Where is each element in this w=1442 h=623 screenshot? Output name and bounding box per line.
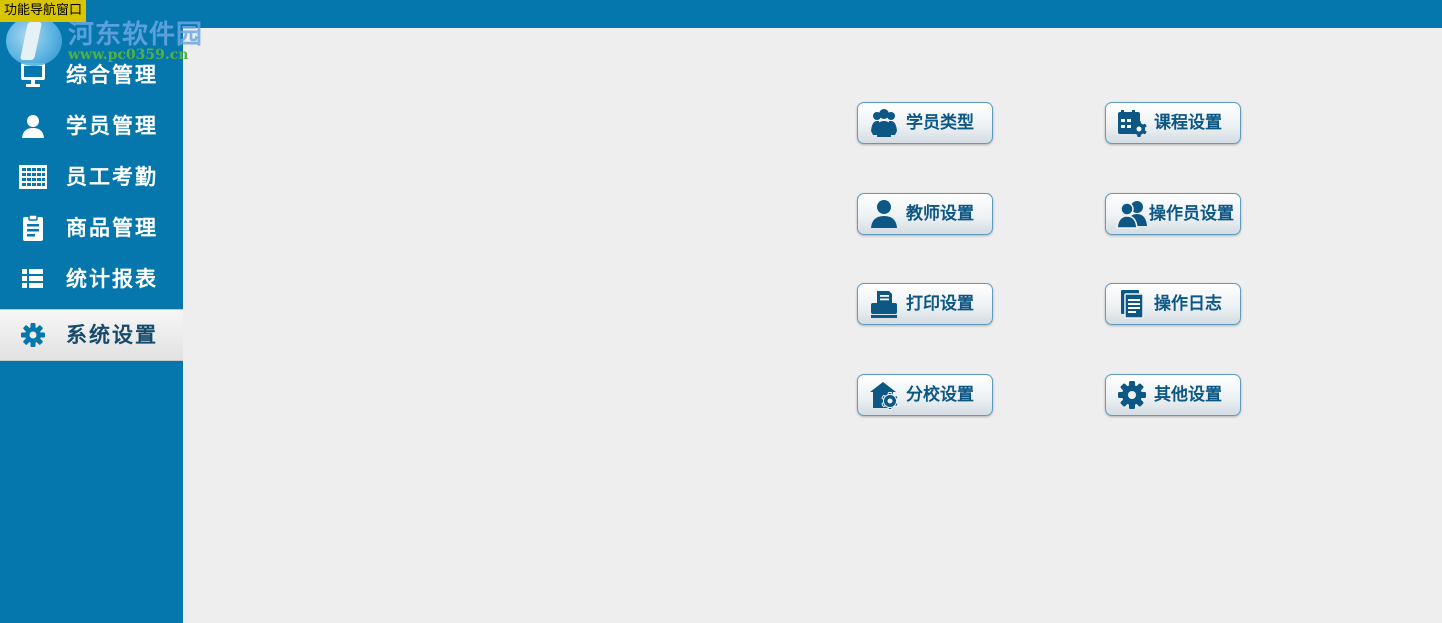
operators-icon	[1116, 198, 1148, 230]
button-label: 分校设置	[906, 385, 974, 405]
operation-log-button[interactable]: 操作日志	[1105, 283, 1241, 325]
branch-settings-button[interactable]: 分校设置	[857, 374, 993, 416]
operator-settings-button[interactable]: 操作员设置	[1105, 193, 1241, 235]
button-label: 操作日志	[1154, 294, 1222, 314]
course-settings-button[interactable]: 课程设置	[1105, 102, 1241, 144]
sidebar-item-system-settings[interactable]: 系统设置	[0, 309, 183, 361]
print-settings-button[interactable]: 打印设置	[857, 283, 993, 325]
branch-house-gear-icon	[868, 379, 900, 411]
student-type-button[interactable]: 学员类型	[857, 102, 993, 144]
button-label: 教师设置	[906, 204, 974, 224]
printer-icon	[868, 288, 900, 320]
list-icon	[18, 265, 48, 293]
calendar-gear-icon	[1116, 107, 1148, 139]
sidebar-item-label: 员工考勤	[66, 165, 158, 189]
gear-icon	[18, 321, 48, 349]
log-document-icon	[1116, 288, 1148, 320]
teacher-settings-button[interactable]: 教师设置	[857, 193, 993, 235]
sidebar: 综合管理 学员管理 员工考勤 商品管理 统计报表 系统设置	[0, 28, 183, 623]
button-label: 其他设置	[1154, 385, 1222, 405]
sidebar-item-label: 系统设置	[66, 323, 158, 347]
top-bar	[0, 0, 1442, 28]
window-title: 功能导航窗口	[0, 0, 87, 22]
sidebar-item-label: 商品管理	[66, 216, 158, 240]
button-label: 课程设置	[1154, 113, 1222, 133]
gear-icon	[1116, 379, 1148, 411]
button-label: 打印设置	[906, 294, 974, 314]
sidebar-item-statistics-report[interactable]: 统计报表	[0, 254, 183, 304]
button-label: 学员类型	[906, 113, 974, 133]
sidebar-item-student-management[interactable]: 学员管理	[0, 101, 183, 151]
students-group-icon	[868, 107, 900, 139]
sidebar-item-label: 学员管理	[66, 114, 158, 138]
grid-calendar-icon	[18, 163, 48, 191]
sidebar-item-product-management[interactable]: 商品管理	[0, 203, 183, 253]
teacher-icon	[868, 198, 900, 230]
sidebar-item-label: 统计报表	[66, 267, 158, 291]
watermark-icon	[6, 16, 62, 66]
person-icon	[18, 112, 48, 140]
watermark-text: 河东软件园	[68, 20, 204, 50]
clipboard-icon	[18, 214, 48, 242]
watermark-url: www.pc0359.cn	[68, 47, 189, 63]
button-label: 操作员设置	[1149, 204, 1234, 224]
other-settings-button[interactable]: 其他设置	[1105, 374, 1241, 416]
watermark-logo: 河东软件园 www.pc0359.cn	[4, 14, 214, 70]
sidebar-item-staff-attendance[interactable]: 员工考勤	[0, 152, 183, 202]
